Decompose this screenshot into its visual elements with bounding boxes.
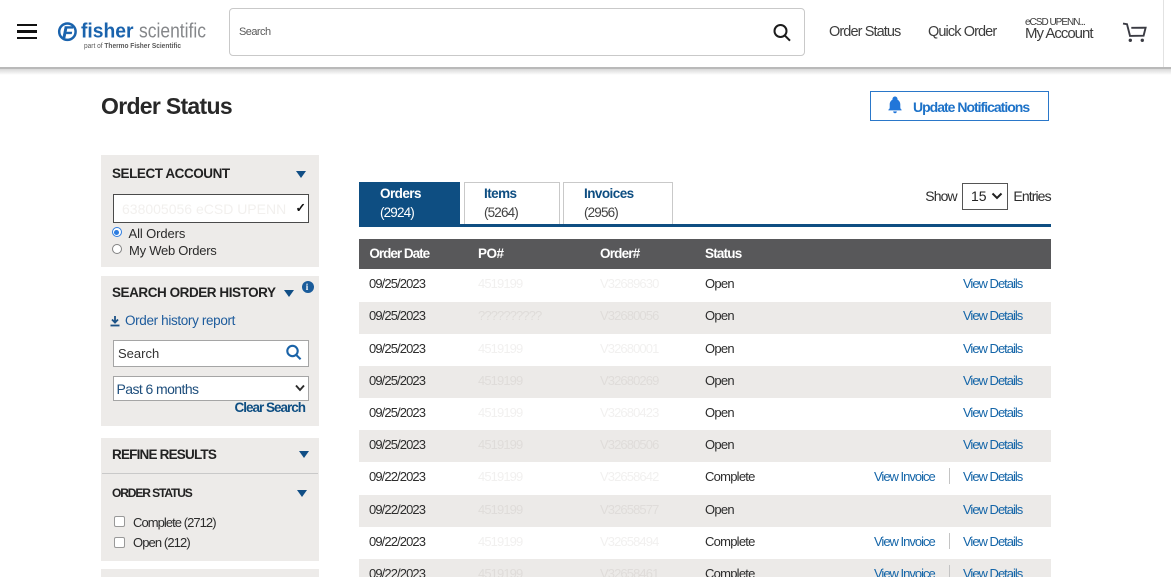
- svg-text:fisher: fisher: [81, 20, 134, 42]
- svg-text:F: F: [62, 23, 73, 42]
- svg-text:part of Thermo Fisher Scientif: part of Thermo Fisher Scientific: [84, 41, 181, 50]
- svg-text:scientific: scientific: [139, 20, 206, 42]
